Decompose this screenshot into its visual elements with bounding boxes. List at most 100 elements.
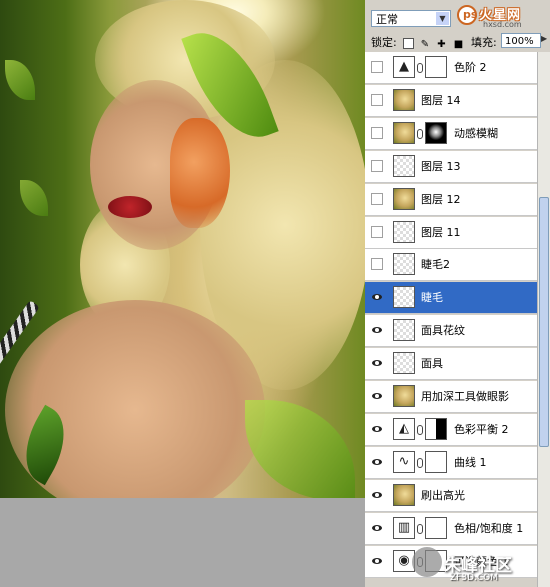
eye-icon[interactable] [370, 491, 384, 500]
layer-row[interactable]: ∿ 曲线 1 [365, 446, 537, 479]
eye-icon[interactable] [370, 425, 384, 434]
adjustment-glyph: ▲ [399, 59, 409, 74]
site-logo: ps 火星网 hxsd.com [457, 2, 547, 29]
layer-name: 面具 [421, 357, 443, 371]
layer-name: 动感模糊 [454, 126, 498, 140]
adjustment-glyph: ▥ [397, 519, 411, 535]
layer-mask-thumbnail[interactable] [425, 450, 447, 473]
eye-icon[interactable] [370, 392, 384, 401]
fill-input[interactable]: 100% [501, 33, 541, 48]
lock-position-icon[interactable]: ✚ [437, 39, 447, 50]
document-canvas[interactable] [0, 0, 365, 587]
layer-thumbnail[interactable] [393, 88, 415, 111]
layer-name: 用加深工具做眼影 [421, 390, 509, 403]
layer-row[interactable]: 面具花纹 [365, 315, 537, 348]
eye-icon[interactable] [370, 326, 384, 335]
leaf-bottom-right [245, 400, 355, 498]
lock-pixels-icon[interactable]: ✎ [421, 39, 431, 50]
lock-row: 锁定: ✎ ✚ ■ [371, 34, 464, 50]
layer-name: 色彩平衡 2 [454, 422, 509, 436]
visibility-toggle[interactable] [371, 192, 383, 205]
layer-name: 图层 11 [421, 225, 461, 239]
visibility-toggle[interactable] [371, 258, 383, 271]
layer-row[interactable]: 图层 12 [365, 183, 537, 216]
layer-row[interactable]: 动感模糊 [365, 117, 537, 150]
layer-name: 曲线 1 [454, 455, 487, 469]
adjustment-glyph: ∿ [398, 453, 410, 469]
eye-icon[interactable] [370, 293, 384, 302]
layer-thumbnail[interactable] [393, 154, 415, 177]
photo-image[interactable] [0, 0, 365, 498]
layer-thumbnail[interactable] [393, 286, 415, 309]
adjustment-glyph: ◭ [399, 420, 409, 436]
leaf-background-2 [20, 180, 48, 216]
curves-icon[interactable]: ∿ [393, 450, 415, 473]
layer-mask-thumbnail[interactable] [425, 417, 447, 440]
layer-row[interactable]: 面具 [365, 348, 537, 381]
visibility-toggle[interactable] [371, 159, 383, 172]
layer-name: 图层 13 [421, 159, 461, 173]
eye-icon[interactable] [370, 359, 384, 368]
blend-mode-select[interactable]: 正常 ▼ [371, 10, 451, 27]
layer-thumbnail[interactable] [393, 187, 415, 210]
lock-label: 锁定: [371, 36, 397, 49]
layer-mask-thumbnail[interactable] [425, 121, 447, 144]
layer-row[interactable]: 用加深工具做眼影 [365, 381, 537, 413]
link-icon[interactable] [417, 523, 423, 534]
visibility-toggle[interactable] [371, 225, 383, 238]
link-icon[interactable] [417, 128, 423, 139]
layer-mask-thumbnail[interactable] [425, 56, 447, 78]
leaf-background-1 [5, 60, 35, 100]
layer-name: 色阶 2 [454, 61, 487, 74]
logo-badge: ps [457, 5, 477, 25]
layer-name: 色相/饱和度 1 [454, 521, 524, 535]
layer-row[interactable]: ▥ 色相/饱和度 1 [365, 512, 537, 545]
watermark: 朱峰社区 ZF3D.COM [410, 541, 550, 587]
visibility-toggle[interactable] [371, 126, 383, 139]
layer-row[interactable]: 睫毛2 [365, 249, 537, 282]
chevron-down-icon[interactable]: ▼ [436, 12, 449, 25]
lock-transparency-icon[interactable] [403, 37, 415, 49]
blend-mode-value: 正常 [376, 13, 398, 26]
layer-row[interactable]: 图层 13 [365, 150, 537, 183]
link-icon[interactable] [417, 63, 423, 73]
link-icon[interactable] [417, 424, 423, 435]
layer-mask-thumbnail[interactable] [425, 516, 447, 539]
layer-name: 睫毛2 [421, 258, 450, 272]
lips [108, 196, 152, 218]
layer-thumbnail[interactable] [393, 319, 415, 342]
layer-thumbnail[interactable] [393, 121, 415, 144]
watermark-logo-icon [412, 547, 442, 577]
link-icon[interactable] [417, 457, 423, 468]
layer-row[interactable]: 刷出高光 [365, 479, 537, 512]
layer-thumbnail[interactable] [393, 253, 415, 276]
fill-label: 填充: [471, 36, 497, 49]
layer-name: 刷出高光 [421, 488, 465, 502]
logo-url: hxsd.com [483, 20, 522, 29]
layer-name: 图层 12 [421, 192, 461, 206]
layers-panel-header: 正常 ▼ ps 火星网 hxsd.com 锁定: ✎ ✚ ■ 填充: 100% … [365, 0, 550, 53]
layer-row[interactable]: 图层 11 [365, 216, 537, 249]
layers-scrollbar[interactable] [537, 52, 550, 587]
visibility-toggle[interactable] [371, 61, 383, 73]
levels-icon[interactable]: ▲ [393, 56, 415, 78]
visibility-toggle[interactable] [371, 93, 383, 106]
lock-all-icon[interactable]: ■ [454, 39, 464, 50]
hue-icon[interactable]: ▥ [393, 516, 415, 539]
watermark-sub: ZF3D.COM [450, 573, 498, 583]
layer-row[interactable]: 睫毛 [365, 282, 537, 315]
layer-row[interactable]: ▲ 色阶 2 [365, 52, 537, 84]
balance-icon[interactable]: ◭ [393, 417, 415, 440]
layer-thumbnail[interactable] [393, 220, 415, 243]
eye-icon[interactable] [370, 557, 384, 566]
layer-thumbnail[interactable] [393, 483, 415, 506]
layer-name: 图层 14 [421, 93, 461, 107]
scrollbar-thumb[interactable] [539, 197, 549, 447]
fill-dropdown-icon[interactable]: ▶ [541, 34, 547, 43]
layer-thumbnail[interactable] [393, 385, 415, 407]
layer-row[interactable]: ◭ 色彩平衡 2 [365, 413, 537, 446]
eye-icon[interactable] [370, 458, 384, 467]
eye-icon[interactable] [370, 524, 384, 533]
layer-thumbnail[interactable] [393, 352, 415, 375]
layer-row[interactable]: 图层 14 [365, 84, 537, 117]
